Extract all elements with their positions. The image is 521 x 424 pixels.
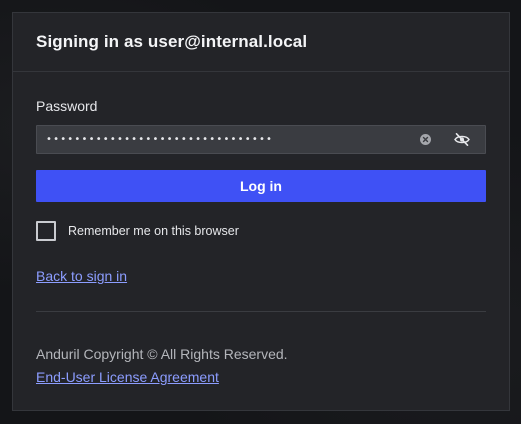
- page-title: Signing in as user@internal.local: [36, 32, 308, 51]
- login-button[interactable]: Log in: [36, 170, 486, 202]
- eula-link[interactable]: End-User License Agreement: [36, 369, 219, 385]
- copyright-text: Anduril Copyright © All Rights Reserved.: [36, 346, 288, 362]
- remember-me-label[interactable]: Remember me on this browser: [68, 224, 239, 238]
- card-header: Signing in as user@internal.local: [13, 13, 509, 72]
- back-to-sign-in-link[interactable]: Back to sign in: [36, 268, 127, 284]
- password-label: Password: [36, 98, 98, 114]
- login-card: Signing in as user@internal.local Passwo…: [12, 12, 510, 411]
- divider: [36, 311, 486, 312]
- password-input[interactable]: [37, 126, 419, 153]
- clear-icon[interactable]: [419, 134, 431, 146]
- remember-me-row: Remember me on this browser: [36, 221, 486, 241]
- card-body: Password Log in Remember me on this bro: [13, 72, 509, 387]
- remember-me-checkbox[interactable]: [36, 221, 56, 241]
- password-field: [36, 125, 486, 154]
- eye-off-icon[interactable]: [453, 133, 471, 147]
